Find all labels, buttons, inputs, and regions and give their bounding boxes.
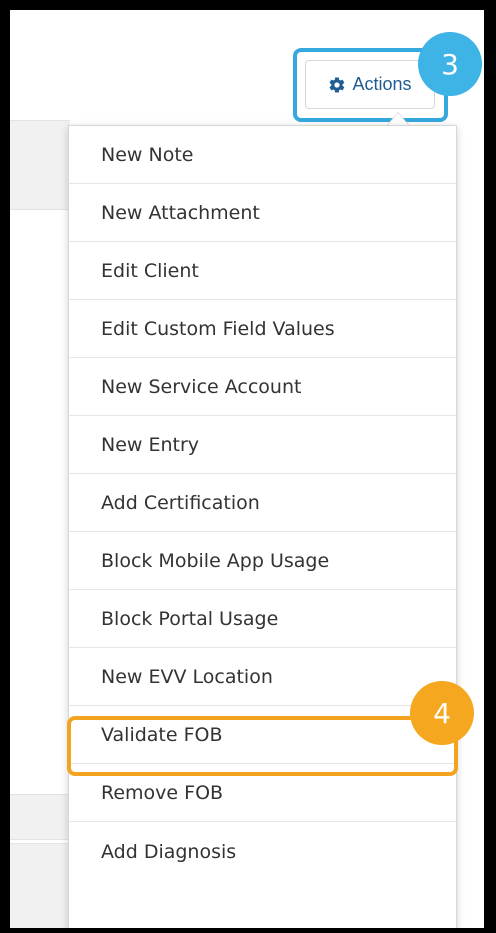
actions-dropdown-menu: New Note New Attachment Edit Client Edit… [68, 125, 457, 928]
step-badge-3: 3 [418, 32, 482, 96]
screenshot-frame: Actions 3 New Note New Attachment Edit C… [10, 10, 484, 928]
menu-item-new-attachment[interactable]: New Attachment [69, 184, 456, 242]
menu-item-new-note[interactable]: New Note [69, 126, 456, 184]
menu-item-new-evv-location[interactable]: New EVV Location [69, 648, 456, 706]
menu-item-new-entry[interactable]: New Entry [69, 416, 456, 474]
step-badge-4: 4 [410, 681, 474, 745]
background-panel [10, 843, 70, 928]
menu-item-add-diagnosis[interactable]: Add Diagnosis [69, 822, 456, 881]
menu-item-remove-fob[interactable]: Remove FOB [69, 764, 456, 822]
menu-caret [386, 112, 410, 126]
background-panel [10, 794, 70, 840]
menu-item-new-service-account[interactable]: New Service Account [69, 358, 456, 416]
actions-button[interactable]: Actions [305, 60, 435, 109]
actions-label: Actions [352, 74, 412, 94]
gear-icon [328, 76, 346, 94]
menu-item-edit-client[interactable]: Edit Client [69, 242, 456, 300]
background-panel [10, 120, 70, 210]
menu-item-edit-custom-field-values[interactable]: Edit Custom Field Values [69, 300, 456, 358]
menu-item-block-mobile-app-usage[interactable]: Block Mobile App Usage [69, 532, 456, 590]
menu-item-add-certification[interactable]: Add Certification [69, 474, 456, 532]
menu-item-block-portal-usage[interactable]: Block Portal Usage [69, 590, 456, 648]
menu-item-validate-fob[interactable]: Validate FOB [69, 706, 456, 764]
